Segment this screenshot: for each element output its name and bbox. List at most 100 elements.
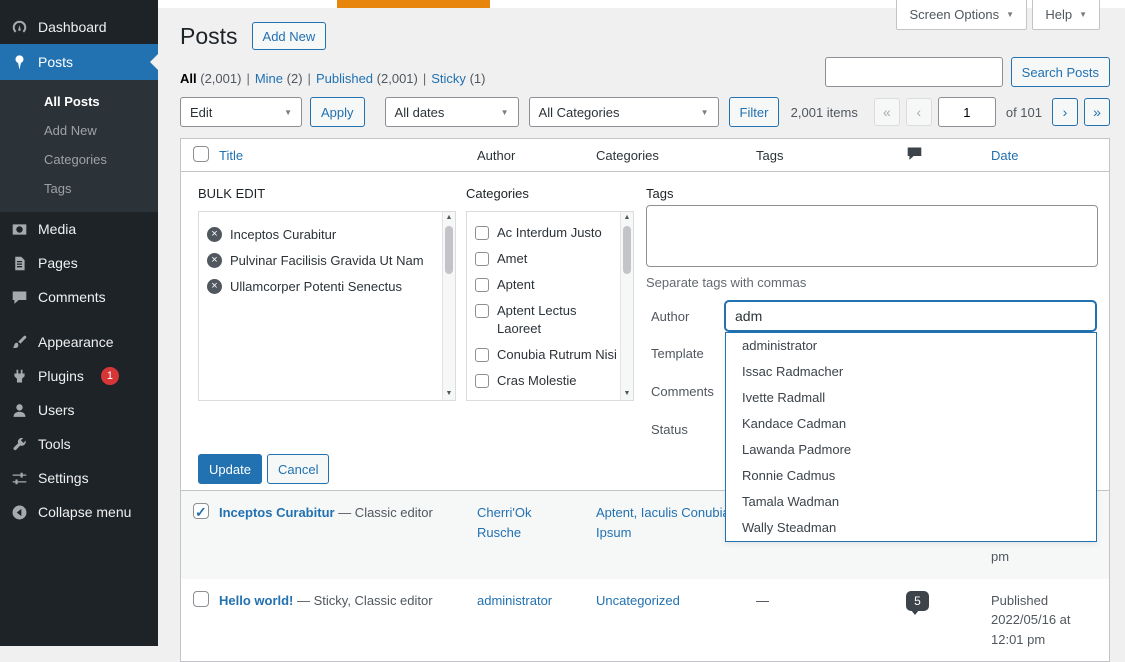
column-categories: Categories [596,148,756,163]
sidebar-item-collapse-menu[interactable]: Collapse menu [0,495,158,529]
date-cell: Published 2022/05/16 at 12:01 pm [986,591,1109,650]
pin-icon [10,53,28,71]
total-pages: of 101 [1006,105,1042,120]
next-page-button[interactable]: › [1052,98,1078,126]
categories-link[interactable]: Uncategorized [596,593,680,608]
add-new-button[interactable]: Add New [252,22,327,50]
category-label: Conubia Rutrum Nisi [497,346,617,364]
sidebar-item-settings[interactable]: Settings [0,461,158,495]
author-link[interactable]: administrator [477,593,552,608]
categories-checklist: Ac Interdum Justo Amet Aptent Aptent Lec… [466,211,634,401]
comment-count-bubble[interactable]: 5 [906,591,929,611]
category-checkbox[interactable] [475,252,489,266]
row-checkbox[interactable]: ✓ [193,503,209,519]
search-input[interactable] [825,57,1003,87]
sidebar-item-label: Appearance [38,334,114,350]
bulk-categories-label: Categories [466,186,529,201]
remove-post-icon[interactable]: × [207,227,222,242]
column-title[interactable]: Title [219,148,477,163]
sidebar-item-posts[interactable]: Posts [0,44,158,80]
chevron-down-icon: ▼ [701,108,709,117]
selected-post-title: Ullamcorper Potenti Senectus [230,279,402,295]
posts-table: Title Author Categories Tags Date BULK E… [180,138,1110,662]
remove-post-icon[interactable]: × [207,253,222,268]
scrollbar-thumb[interactable] [445,226,453,274]
submenu-all-posts[interactable]: All Posts [0,87,158,116]
column-date[interactable]: Date [986,148,1109,163]
admin-bar-fragment [337,0,490,8]
chevron-down-icon: ▼ [1006,10,1014,19]
sidebar-item-comments[interactable]: Comments [0,280,158,314]
tags-textarea[interactable] [646,205,1098,267]
help-button[interactable]: Help ▼ [1032,0,1100,30]
items-count: 2,001 items [791,105,858,120]
table-row: Hello world! — Sticky, Classic editor ad… [181,579,1109,662]
category-option: Aptent [467,272,619,298]
author-suggestion[interactable]: administrator [726,333,1096,359]
category-checkbox[interactable] [475,374,489,388]
last-page-button[interactable]: » [1084,98,1110,126]
sidebar-item-dashboard[interactable]: Dashboard [0,10,158,44]
row-checkbox[interactable] [193,591,209,607]
author-suggestion[interactable]: Issac Radmacher [726,359,1096,385]
sidebar-item-appearance[interactable]: Appearance [0,325,158,359]
author-suggestion[interactable]: Ronnie Cadmus [726,463,1096,489]
submenu-categories[interactable]: Categories [0,145,158,174]
sidebar-item-label: Users [38,402,75,418]
author-link[interactable]: Cherri'Ok Rusche [477,505,532,540]
scroll-up-icon[interactable]: ▲ [443,212,455,224]
separator: | [308,71,311,86]
scroll-down-icon[interactable]: ▼ [443,388,455,400]
submenu-tags[interactable]: Tags [0,174,158,203]
scrollbar-thumb[interactable] [623,226,631,274]
update-button[interactable]: Update [198,454,262,484]
sidebar-item-tools[interactable]: Tools [0,427,158,461]
author-suggestion[interactable]: Kandace Cadman [726,411,1096,437]
author-suggestion[interactable]: Ivette Radmall [726,385,1096,411]
admin-sidebar: Dashboard Posts All Posts Add New Catego… [0,0,158,646]
category-checkbox[interactable] [475,348,489,362]
author-suggestion[interactable]: Tamala Wadman [726,489,1096,515]
separator: | [246,71,249,86]
category-checkbox[interactable] [475,226,489,240]
filter-button[interactable]: Filter [729,97,780,127]
main-content: Screen Options ▼ Help ▼ Posts Add New Al… [158,0,1125,646]
view-published-link[interactable]: Published (2,001) [316,71,418,86]
apply-button[interactable]: Apply [310,97,365,127]
scroll-up-icon[interactable]: ▲ [621,212,633,224]
sidebar-item-pages[interactable]: Pages [0,246,158,280]
post-title-link[interactable]: Inceptos Curabitur [219,505,335,520]
categories-link[interactable]: Aptent, Iaculis Conubia Ipsum [596,505,730,540]
sidebar-item-plugins[interactable]: Plugins 1 [0,359,158,393]
submenu-add-new[interactable]: Add New [0,116,158,145]
search-posts-button[interactable]: Search Posts [1011,57,1110,87]
scrollbar[interactable]: ▲ ▼ [620,212,633,400]
category-label: Cras Molestie [497,372,576,390]
category-checkbox[interactable] [475,304,489,318]
remove-post-icon[interactable]: × [207,279,222,294]
dates-filter-select[interactable]: All dates▼ [385,97,519,127]
post-title-link[interactable]: Hello world! [219,593,293,608]
author-suggestion[interactable]: Wally Steadman [726,515,1096,541]
bulk-action-select[interactable]: Edit▼ [180,97,302,127]
page-icon [10,254,28,272]
selected-post-title: Inceptos Curabitur [230,227,336,243]
scrollbar[interactable]: ▲ ▼ [442,212,455,400]
view-mine-link[interactable]: Mine (2) [255,71,303,86]
column-comments[interactable] [906,145,986,165]
scroll-down-icon[interactable]: ▼ [621,388,633,400]
screen-options-button[interactable]: Screen Options ▼ [896,0,1027,30]
select-all-checkbox[interactable] [193,146,209,162]
sidebar-item-media[interactable]: Media [0,212,158,246]
view-sticky-link[interactable]: Sticky (1) [431,71,485,86]
cancel-button[interactable]: Cancel [267,454,329,484]
category-filter-select[interactable]: All Categories▼ [529,97,719,127]
separator: | [423,71,426,86]
category-checkbox[interactable] [475,278,489,292]
current-page-input[interactable] [938,97,996,127]
sidebar-item-users[interactable]: Users [0,393,158,427]
author-suggestion[interactable]: Lawanda Padmore [726,437,1096,463]
post-title-suffix: — Classic editor [335,505,433,520]
view-all-link[interactable]: All (2,001) [180,71,241,86]
author-autocomplete-input[interactable] [725,301,1096,331]
